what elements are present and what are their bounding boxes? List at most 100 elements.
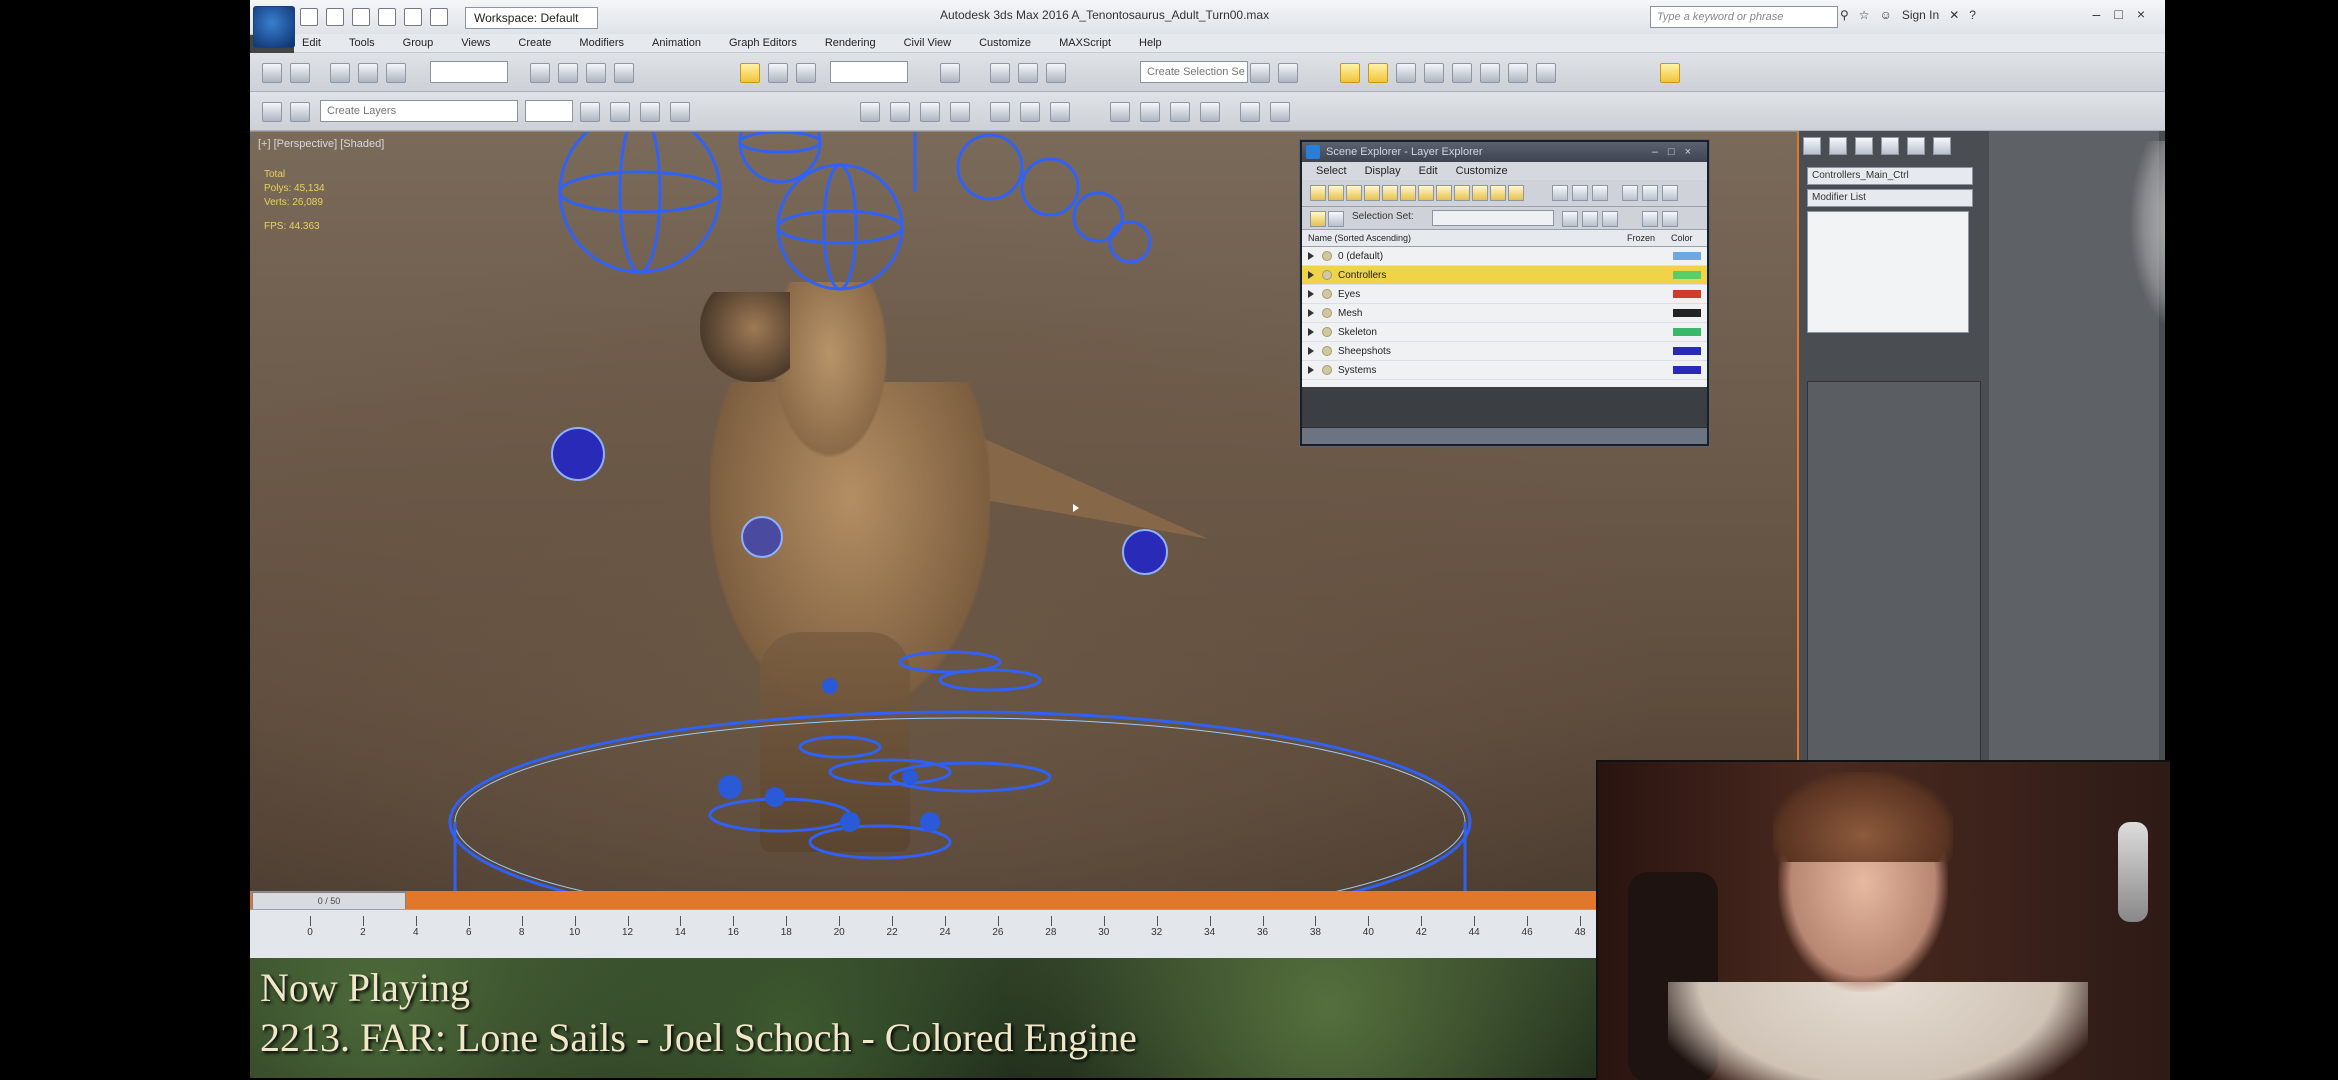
menu-create[interactable]: Create: [518, 37, 551, 49]
column-name[interactable]: Name (Sorted Ascending): [1302, 233, 1627, 243]
schematic-view-icon[interactable]: [1424, 63, 1444, 83]
selection-filter-dropdown[interactable]: [430, 61, 508, 83]
layer-color-swatch[interactable]: [1673, 366, 1701, 374]
select-move-icon[interactable]: [740, 63, 760, 83]
use-pivot-icon[interactable]: [940, 63, 960, 83]
menu-graph-editors[interactable]: Graph Editors: [729, 37, 797, 49]
render-production-icon[interactable]: [1536, 63, 1556, 83]
material-editor-icon[interactable]: [1452, 63, 1472, 83]
display-groups-icon[interactable]: [1472, 185, 1488, 201]
maximize-icon[interactable]: □: [2114, 6, 2122, 22]
ik-icon[interactable]: [1170, 102, 1190, 122]
layer-view-icon[interactable]: [1592, 185, 1608, 201]
layer-row[interactable]: Sheepshots: [1302, 342, 1707, 361]
spine-control-spheres[interactable]: [913, 132, 1152, 264]
motion-tab-icon[interactable]: [1881, 137, 1899, 155]
modifier-stack[interactable]: [1807, 211, 1969, 333]
box-icon[interactable]: [890, 102, 910, 122]
set-remove-icon[interactable]: [1582, 211, 1598, 227]
undo-tool-icon[interactable]: [262, 63, 282, 83]
scene-explorer-window-controls[interactable]: –□×: [1652, 142, 1701, 162]
render-setup-icon[interactable]: [1480, 63, 1500, 83]
layer-add-icon[interactable]: [580, 102, 600, 122]
favorites-icon[interactable]: ☆: [1859, 8, 1870, 22]
track-bar[interactable]: 0 2 4 6 8 10 12 14 16 18 20 22 24 26 28 30 32 34 36 38 40 42 4…: [250, 909, 1597, 958]
find-icon[interactable]: [1642, 185, 1658, 201]
sphere-icon[interactable]: [860, 102, 880, 122]
open-file-icon[interactable]: [326, 8, 344, 26]
curve-editor-icon[interactable]: [1396, 63, 1416, 83]
layer-color-swatch[interactable]: [1673, 328, 1701, 336]
menu-group[interactable]: Group: [403, 37, 434, 49]
layer-row[interactable]: Skeleton: [1302, 323, 1707, 342]
expand-arrow-icon[interactable]: [1308, 347, 1314, 355]
menu-maxscript[interactable]: MAXScript: [1059, 37, 1111, 49]
expand-arrow-icon[interactable]: [1308, 271, 1314, 279]
menu-customize[interactable]: Customize: [979, 37, 1031, 49]
layer-color-swatch[interactable]: [1673, 309, 1701, 317]
utilities-tab-icon[interactable]: [1933, 137, 1951, 155]
sign-in-link[interactable]: Sign In: [1902, 8, 1939, 22]
sort-icon[interactable]: [1622, 185, 1638, 201]
highlighted-tool-icon[interactable]: [1660, 63, 1680, 83]
selection-set-input[interactable]: [1432, 210, 1554, 226]
layer-row[interactable]: 0 (default): [1302, 247, 1707, 266]
layer-count-field[interactable]: [525, 100, 573, 122]
modifier-list-dropdown[interactable]: Modifier List: [1807, 189, 1973, 207]
master-root-control[interactable]: [448, 710, 1472, 892]
menu-animation[interactable]: Animation: [652, 37, 701, 49]
search-input[interactable]: Type a keyword or phrase: [1650, 6, 1838, 28]
visibility-bulb-icon[interactable]: [1322, 251, 1332, 261]
quick-render-icon[interactable]: [1020, 102, 1040, 122]
visibility-bulb-icon[interactable]: [1322, 327, 1332, 337]
skin-icon[interactable]: [1140, 102, 1160, 122]
expand-arrow-icon[interactable]: [1308, 366, 1314, 374]
display-tab-icon[interactable]: [1907, 137, 1925, 155]
options-icon[interactable]: [1662, 185, 1678, 201]
display-helpers-icon[interactable]: [1436, 185, 1452, 201]
workspace-dropdown[interactable]: Workspace: Default: [465, 7, 598, 29]
minimize-icon[interactable]: –: [2093, 6, 2101, 22]
binoculars-icon[interactable]: ⚲: [1840, 8, 1849, 22]
set-lock-icon[interactable]: [1642, 211, 1658, 227]
scene-menu-edit[interactable]: Edit: [1419, 165, 1438, 177]
menu-civil-view[interactable]: Civil View: [904, 37, 951, 49]
rectangular-selection-icon[interactable]: [586, 63, 606, 83]
select-object-icon[interactable]: [530, 63, 550, 83]
head-control-sphere[interactable]: [558, 132, 722, 274]
exchange-icon[interactable]: ✕: [1949, 8, 1959, 22]
visibility-bulb-icon[interactable]: [1322, 270, 1332, 280]
angle-snap-icon[interactable]: [1018, 63, 1038, 83]
layer-row[interactable]: Controllers: [1302, 266, 1707, 285]
visibility-bulb-icon[interactable]: [1322, 308, 1332, 318]
redo-icon[interactable]: [404, 8, 422, 26]
bone-tools-icon[interactable]: [1110, 102, 1130, 122]
layer-hide-icon[interactable]: [640, 102, 660, 122]
column-frozen[interactable]: Frozen: [1627, 233, 1671, 243]
column-color[interactable]: Color: [1671, 233, 1707, 243]
orbit-icon[interactable]: [1270, 102, 1290, 122]
redo-tool-icon[interactable]: [290, 63, 310, 83]
named-selection-set-input[interactable]: Create Selection Se: [1140, 61, 1248, 83]
visibility-bulb-icon[interactable]: [1322, 289, 1332, 299]
display-geometry-icon[interactable]: [1364, 185, 1380, 201]
layer-color-swatch[interactable]: [1673, 347, 1701, 355]
display-shapes-icon[interactable]: [1382, 185, 1398, 201]
pan-icon[interactable]: [1240, 102, 1260, 122]
layer-select-icon[interactable]: [610, 102, 630, 122]
display-warps-icon[interactable]: [1454, 185, 1470, 201]
scene-explorer-titlebar[interactable]: Scene Explorer - Layer Explorer –□×: [1302, 142, 1707, 162]
active-shade-icon[interactable]: [1050, 102, 1070, 122]
visibility-bulb-icon[interactable]: [1322, 365, 1332, 375]
window-crossing-icon[interactable]: [614, 63, 634, 83]
display-lights-icon[interactable]: [1400, 185, 1416, 201]
project-folder-icon[interactable]: [430, 8, 448, 26]
mirror-icon[interactable]: [1250, 63, 1270, 83]
new-file-icon[interactable]: [300, 8, 318, 26]
scene-menu-select[interactable]: Select: [1316, 165, 1347, 177]
filter-icon[interactable]: [1552, 185, 1568, 201]
menu-edit[interactable]: Edit: [302, 37, 321, 49]
menu-help[interactable]: Help: [1139, 37, 1162, 49]
modify-tab-icon[interactable]: [1829, 137, 1847, 155]
layer-row[interactable]: Mesh: [1302, 304, 1707, 323]
